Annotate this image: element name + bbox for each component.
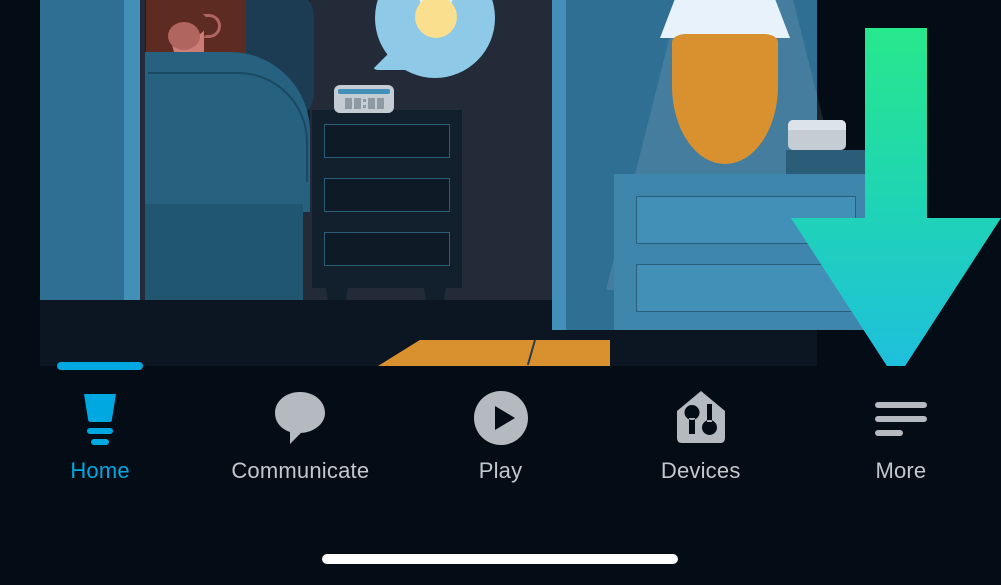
tab-communicate[interactable]: Communicate	[200, 366, 400, 496]
nightstand-drawer	[324, 232, 450, 266]
nightstand-drawer	[324, 178, 450, 212]
tab-list: Home Communicate Play Devices More	[0, 366, 1001, 496]
home-indicator-bar[interactable]	[322, 554, 678, 564]
cheek	[168, 22, 200, 50]
lampshade	[660, 0, 790, 38]
speech-bubble-icon	[270, 388, 330, 448]
floor-right-gutter	[817, 330, 1001, 366]
hamburger-menu-icon	[871, 388, 931, 448]
echo-home-icon	[70, 388, 130, 448]
tab-label-devices: Devices	[660, 458, 741, 483]
right-wall-edge	[552, 0, 566, 366]
tab-more[interactable]: More	[801, 366, 1001, 496]
left-gutter	[0, 0, 40, 366]
phone-screen: Home Communicate Play Devices More	[0, 0, 1001, 585]
smart-device-top	[788, 120, 846, 130]
tab-label-more: More	[875, 458, 927, 483]
tab-label-play: Play	[478, 458, 523, 483]
digital-clock-icon	[334, 85, 394, 113]
tab-play[interactable]: Play	[400, 366, 600, 496]
nightstand-drawer	[324, 124, 450, 158]
play-circle-icon	[471, 388, 531, 448]
dresser-drawer	[636, 196, 856, 244]
bed-frame	[145, 352, 310, 366]
bottom-navigation-bar: Home Communicate Play Devices More	[0, 362, 1001, 585]
dresser-drawer	[636, 264, 856, 312]
tab-label-home: Home	[70, 458, 130, 483]
clock-digits	[340, 97, 388, 109]
house-devices-icon	[671, 388, 731, 448]
bedroom-illustration	[0, 0, 1001, 366]
clock-light-strip	[338, 89, 390, 94]
tab-home[interactable]: Home	[0, 366, 200, 496]
device-shadow	[786, 150, 866, 174]
tab-label-communicate: Communicate	[231, 458, 370, 483]
tab-devices[interactable]: Devices	[601, 366, 801, 496]
blanket-fold	[148, 72, 308, 182]
